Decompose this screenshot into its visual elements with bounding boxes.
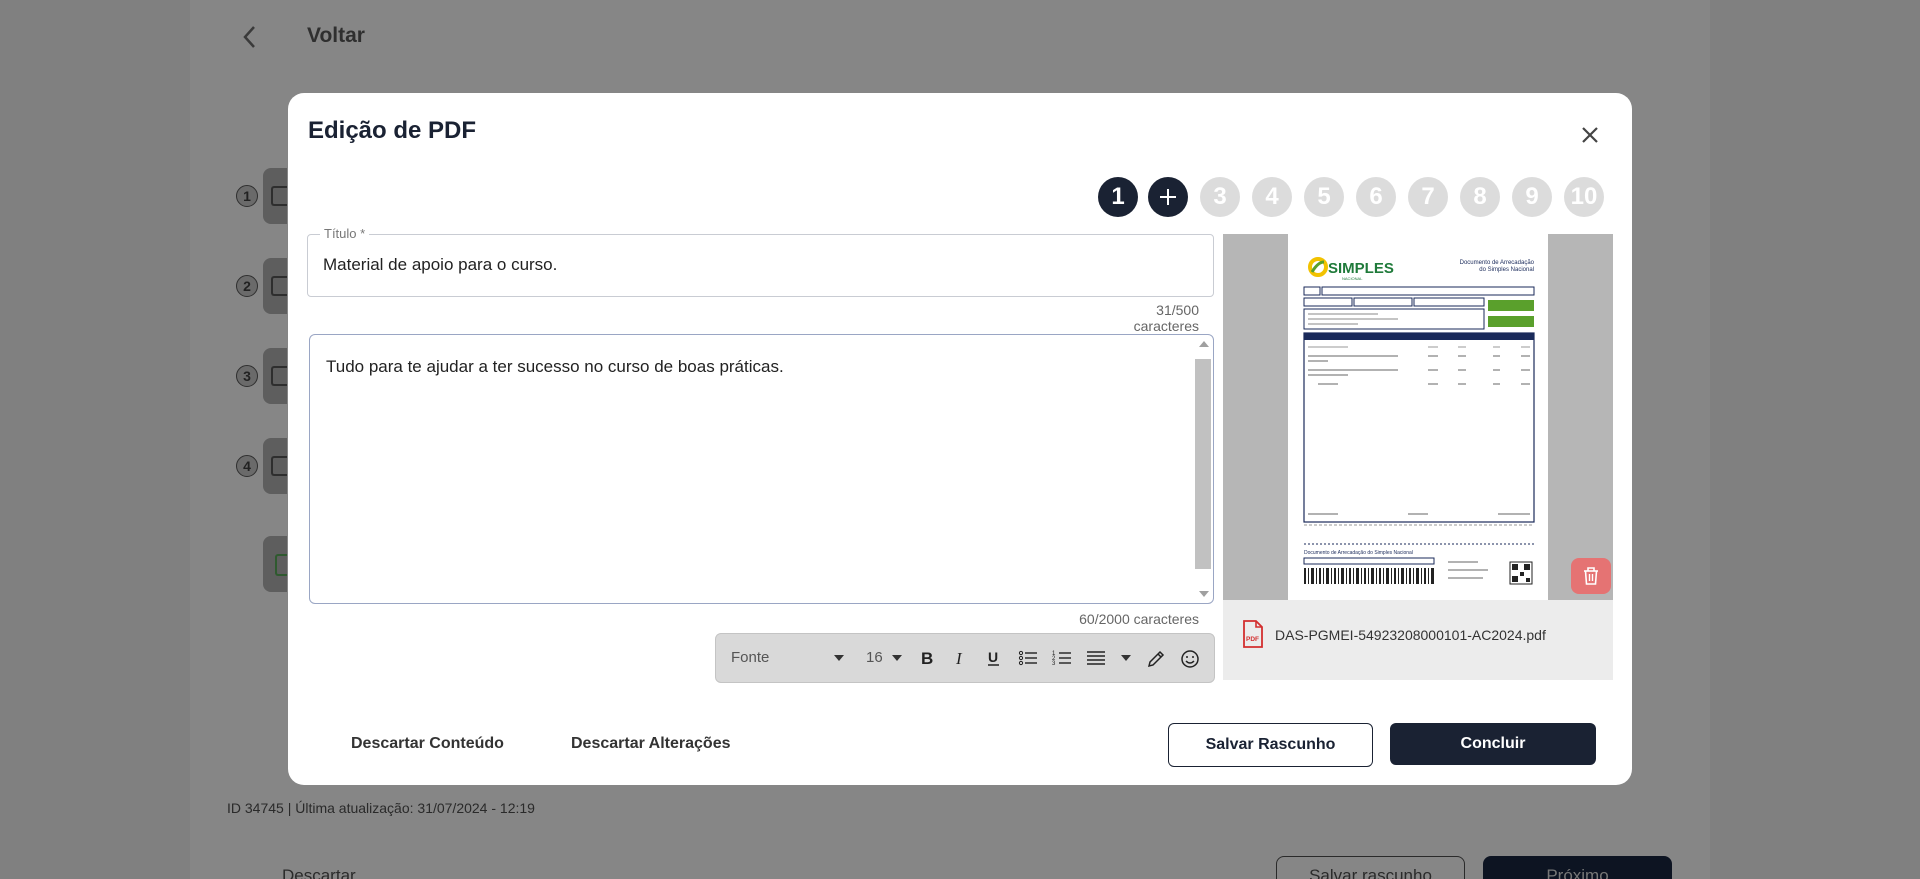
last-update-meta: ID 34745 | Última atualização: 31/07/202… — [227, 800, 535, 816]
font-size-select[interactable]: 16 — [866, 649, 883, 666]
step-9[interactable]: 9 — [1512, 177, 1552, 217]
description-textarea[interactable]: Tudo para te ajudar a ter sucesso no cur… — [309, 334, 1214, 604]
step-thumb-3[interactable] — [263, 348, 287, 404]
overlay-right — [1710, 0, 1920, 879]
overlay-left — [0, 0, 190, 879]
das-document-illustration: SIMPLES NACIONAL Documento de Arrecadaçã… — [1303, 257, 1535, 585]
step-1[interactable]: 1 — [1098, 177, 1138, 217]
title-char-count: 31/500 caracteres — [1133, 302, 1199, 334]
description-scrollbar[interactable] — [1195, 341, 1211, 597]
svg-text:B: B — [921, 649, 933, 667]
numbered-list-icon[interactable]: 123 — [1050, 647, 1074, 671]
step-number-3: 3 — [236, 365, 258, 387]
svg-text:U: U — [988, 649, 998, 665]
pdf-preview-panel: SIMPLES NACIONAL Documento de Arrecadaçã… — [1223, 234, 1613, 680]
plus-icon — [1160, 189, 1176, 205]
trash-icon — [1584, 567, 1598, 585]
italic-icon[interactable]: I — [949, 647, 973, 671]
font-select[interactable]: Fonte — [731, 649, 769, 666]
background-next-button[interactable]: Próximo — [1483, 856, 1672, 879]
align-icon[interactable] — [1084, 647, 1108, 671]
pdf-page-thumbnail: SIMPLES NACIONAL Documento de Arrecadaçã… — [1288, 234, 1548, 600]
delete-file-button[interactable] — [1571, 558, 1611, 594]
description-char-count: 60/2000 caracteres — [1079, 611, 1199, 627]
pdf-file-icon: PDF — [1241, 620, 1265, 648]
svg-text:SIMPLES: SIMPLES — [1328, 260, 1394, 277]
step-6[interactable]: 6 — [1356, 177, 1396, 217]
back-label[interactable]: Voltar — [307, 24, 365, 48]
title-field-label: Título * — [320, 226, 370, 241]
scroll-up-arrow-icon[interactable] — [1199, 341, 1209, 347]
step-10[interactable]: 10 — [1564, 177, 1604, 217]
step-thumb-2[interactable] — [263, 258, 287, 314]
step-number-1: 1 — [236, 185, 258, 207]
text-format-toolbar: Fonte 16 B I U 123 — [715, 633, 1215, 683]
bullet-list-icon[interactable] — [1016, 647, 1040, 671]
svg-text:Documento de Arrecadação do Si: Documento de Arrecadação do Simples Naci… — [1304, 550, 1413, 556]
svg-text:PDF: PDF — [1246, 636, 1259, 643]
description-value[interactable]: Tudo para te ajudar a ter sucesso no cur… — [326, 357, 784, 377]
step-5[interactable]: 5 — [1304, 177, 1344, 217]
save-draft-button[interactable]: Salvar Rascunho — [1168, 723, 1373, 767]
step-thumb-4[interactable] — [263, 438, 287, 494]
step-8[interactable]: 8 — [1460, 177, 1500, 217]
step-7[interactable]: 7 — [1408, 177, 1448, 217]
svg-text:do Simples Nacional: do Simples Nacional — [1479, 267, 1534, 273]
font-dropdown-icon[interactable] — [834, 655, 844, 661]
step-3[interactable]: 3 — [1200, 177, 1240, 217]
svg-text:3: 3 — [1052, 661, 1056, 667]
pdf-file-name: DAS-PGMEI-54923208000101-AC2024.pdf — [1275, 627, 1546, 643]
step-number-2: 2 — [236, 275, 258, 297]
close-icon[interactable] — [1578, 123, 1602, 147]
discard-content-button[interactable]: Descartar Conteúdo — [351, 735, 504, 753]
background-discard-button[interactable]: Descartar — [282, 866, 356, 879]
align-dropdown-icon[interactable] — [1121, 655, 1131, 661]
bold-icon[interactable]: B — [916, 647, 940, 671]
svg-text:I: I — [955, 649, 963, 667]
svg-text:Documento de Arrecadação: Documento de Arrecadação — [1460, 260, 1535, 266]
background-save-draft-button[interactable]: Salvar rascunho — [1276, 856, 1465, 879]
conclude-button[interactable]: Concluir — [1390, 723, 1596, 765]
underline-icon[interactable]: U — [982, 647, 1006, 671]
step-thumb-5[interactable] — [263, 536, 287, 592]
modal-title: Edição de PDF — [308, 117, 477, 144]
scroll-down-arrow-icon[interactable] — [1199, 591, 1209, 597]
step-thumb-1[interactable] — [263, 168, 287, 224]
title-input-value[interactable]: Material de apoio para o curso. — [323, 255, 557, 275]
discard-changes-button[interactable]: Descartar Alterações — [571, 735, 731, 753]
add-step-button[interactable] — [1148, 177, 1188, 217]
emoji-icon[interactable] — [1178, 647, 1202, 671]
scroll-thumb[interactable] — [1195, 359, 1211, 569]
svg-text:NACIONAL: NACIONAL — [1342, 276, 1363, 281]
pencil-icon[interactable] — [1144, 647, 1168, 671]
pdf-edit-modal: Edição de PDF 1 3 4 5 6 7 8 9 10 Título … — [288, 93, 1632, 785]
step-number-4: 4 — [236, 455, 258, 477]
font-size-dropdown-icon[interactable] — [892, 655, 902, 661]
step-4[interactable]: 4 — [1252, 177, 1292, 217]
title-field[interactable]: Título * Material de apoio para o curso. — [307, 226, 1214, 297]
back-arrow-icon[interactable] — [240, 22, 260, 52]
